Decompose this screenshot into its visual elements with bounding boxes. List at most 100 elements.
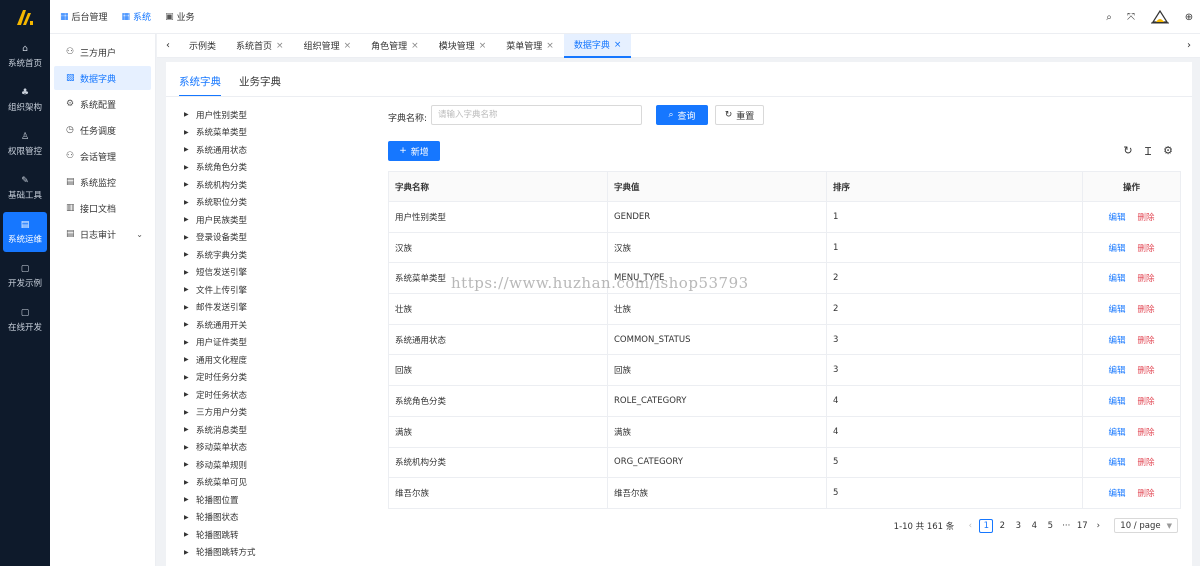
reload-icon[interactable]: ↻ — [1118, 144, 1138, 159]
caret-right-icon[interactable]: ▶ — [184, 339, 196, 346]
tree-item[interactable]: ▶ 系统菜单可见 — [184, 474, 374, 492]
tab[interactable]: 示例类 — [179, 34, 226, 58]
close-icon[interactable]: × — [276, 41, 284, 51]
tree-item[interactable]: ▶ 系统通用状态 — [184, 141, 374, 159]
tab[interactable]: 菜单管理 × — [496, 34, 564, 58]
delete-link[interactable]: 删除 — [1138, 274, 1155, 284]
tree-item[interactable]: ▶ 系统通用开关 — [184, 316, 374, 334]
rail-item[interactable]: ▢ 在线开发 — [0, 298, 50, 342]
caret-right-icon[interactable]: ▶ — [184, 461, 196, 468]
delete-link[interactable]: 删除 — [1138, 397, 1155, 407]
tree-item[interactable]: ▶ 系统菜单类型 — [184, 124, 374, 142]
page-item[interactable]: 3 — [1011, 519, 1025, 533]
edit-link[interactable]: 编辑 — [1108, 458, 1125, 468]
edit-link[interactable]: 编辑 — [1108, 366, 1125, 376]
caret-right-icon[interactable]: ▶ — [184, 164, 196, 171]
tree-item[interactable]: ▶ 定时任务状态 — [184, 386, 374, 404]
page-item[interactable]: 4 — [1027, 519, 1041, 533]
delete-link[interactable]: 删除 — [1138, 458, 1155, 468]
delete-link[interactable]: 删除 — [1138, 336, 1155, 346]
tree-item[interactable]: ▶ 系统消息类型 — [184, 421, 374, 439]
fullscreen-icon[interactable]: ⤧ — [1120, 12, 1142, 23]
rail-item[interactable]: ⌂ 系统首页 — [0, 34, 50, 78]
caret-right-icon[interactable]: ▶ — [184, 391, 196, 398]
rail-item[interactable]: ♙ 权限管控 — [0, 122, 50, 166]
add-button[interactable]: + 新增 — [388, 141, 440, 161]
edit-link[interactable]: 编辑 — [1108, 397, 1125, 407]
submenu-item[interactable]: ◷ 任务调度 — [54, 118, 151, 142]
delete-link[interactable]: 删除 — [1138, 213, 1155, 223]
caret-right-icon[interactable]: ▶ — [184, 129, 196, 136]
tabs-prev-icon[interactable]: ‹ — [157, 40, 179, 51]
submenu-item[interactable]: ▤ 系统监控 — [54, 170, 151, 194]
delete-link[interactable]: 删除 — [1138, 244, 1155, 254]
close-icon[interactable]: × — [479, 41, 487, 51]
submenu-item[interactable]: ⚙ 系统配置 — [54, 92, 151, 116]
edit-link[interactable]: 编辑 — [1108, 244, 1125, 254]
avatar[interactable] — [1148, 7, 1172, 27]
tree-item[interactable]: ▶ 移动菜单状态 — [184, 439, 374, 457]
tab[interactable]: 角色管理 × — [361, 34, 429, 58]
caret-right-icon[interactable]: ▶ — [184, 216, 196, 223]
tree-item[interactable]: ▶ 轮播图跳转方式 — [184, 544, 374, 562]
tree-item[interactable]: ▶ 登录设备类型 — [184, 229, 374, 247]
settings-icon[interactable]: ⚙ — [1158, 144, 1178, 159]
caret-right-icon[interactable]: ▶ — [184, 356, 196, 363]
app-logo[interactable] — [0, 0, 50, 34]
search-icon[interactable]: ⌕ — [1098, 12, 1120, 23]
caret-right-icon[interactable]: ▶ — [184, 479, 196, 486]
tree-item[interactable]: ▶ 轮播图位置 — [184, 491, 374, 509]
page-size-select[interactable]: 10 / page ▼ — [1114, 518, 1178, 533]
submenu-item[interactable]: ▧ 数据字典 — [54, 66, 151, 90]
tree-item[interactable]: ▶ 系统职位分类 — [184, 194, 374, 212]
search-input[interactable] — [431, 105, 642, 125]
tree-item[interactable]: ▶ 邮件发送引擎 — [184, 299, 374, 317]
delete-link[interactable]: 删除 — [1138, 305, 1155, 315]
caret-right-icon[interactable]: ▶ — [184, 496, 196, 503]
top-nav-item[interactable]: ▦ 系统 — [122, 10, 152, 24]
pagination-next-icon[interactable]: › — [1091, 519, 1105, 533]
caret-right-icon[interactable]: ▶ — [184, 251, 196, 258]
top-nav-item[interactable]: ▦ 后台管理 — [60, 10, 108, 24]
submenu-item[interactable]: ⚇ 三方用户 — [54, 40, 151, 64]
caret-right-icon[interactable]: ▶ — [184, 181, 196, 188]
caret-right-icon[interactable]: ▶ — [184, 269, 196, 276]
edit-link[interactable]: 编辑 — [1108, 213, 1125, 223]
tree-item[interactable]: ▶ 轮播图跳转 — [184, 526, 374, 544]
query-button[interactable]: ⌕ 查询 — [656, 105, 708, 125]
caret-right-icon[interactable]: ▶ — [184, 531, 196, 538]
reset-button[interactable]: ↻ 重置 — [715, 105, 764, 125]
caret-right-icon[interactable]: ▶ — [184, 549, 196, 556]
top-nav-item[interactable]: ▣ 业务 — [165, 10, 195, 24]
page-item[interactable]: 2 — [995, 519, 1009, 533]
page-item[interactable]: 17 — [1075, 519, 1089, 533]
submenu-item[interactable]: ▥ 接口文档 — [54, 196, 151, 220]
caret-right-icon[interactable]: ▶ — [184, 234, 196, 241]
tree-item[interactable]: ▶ 用户证件类型 — [184, 334, 374, 352]
edit-link[interactable]: 编辑 — [1108, 274, 1125, 284]
tabs-next-icon[interactable]: › — [1178, 40, 1200, 51]
tree-item[interactable]: ▶ 系统角色分类 — [184, 159, 374, 177]
rail-item[interactable]: ♣ 组织架构 — [0, 78, 50, 122]
edit-link[interactable]: 编辑 — [1108, 336, 1125, 346]
tab[interactable]: 系统首页 × — [226, 34, 294, 58]
tab[interactable]: 组织管理 × — [294, 34, 362, 58]
tab[interactable]: 数据字典 × — [563, 33, 632, 58]
tree-item[interactable]: ▶ 轮播图状态 — [184, 509, 374, 527]
tree-item[interactable]: ▶ 用户性别类型 — [184, 106, 374, 124]
tree-item[interactable]: ▶ 三方用户分类 — [184, 404, 374, 422]
language-icon[interactable]: ⊕ — [1178, 12, 1200, 23]
caret-right-icon[interactable]: ▶ — [184, 286, 196, 293]
tree-item[interactable]: ▶ 用户民族类型 — [184, 211, 374, 229]
close-icon[interactable]: × — [411, 41, 419, 51]
tree-item[interactable]: ▶ 移动菜单规则 — [184, 456, 374, 474]
edit-link[interactable]: 编辑 — [1108, 305, 1125, 315]
rail-item[interactable]: ✎ 基础工具 — [0, 166, 50, 210]
caret-right-icon[interactable]: ▶ — [184, 146, 196, 153]
page-item[interactable]: 5 — [1043, 519, 1057, 533]
close-icon[interactable]: × — [344, 41, 352, 51]
caret-right-icon[interactable]: ▶ — [184, 514, 196, 521]
submenu-item[interactable]: ⚇ 会话管理 — [54, 144, 151, 168]
page-item[interactable]: ··· — [1059, 519, 1073, 533]
rail-item[interactable]: ▤ 系统运维 — [3, 212, 47, 252]
